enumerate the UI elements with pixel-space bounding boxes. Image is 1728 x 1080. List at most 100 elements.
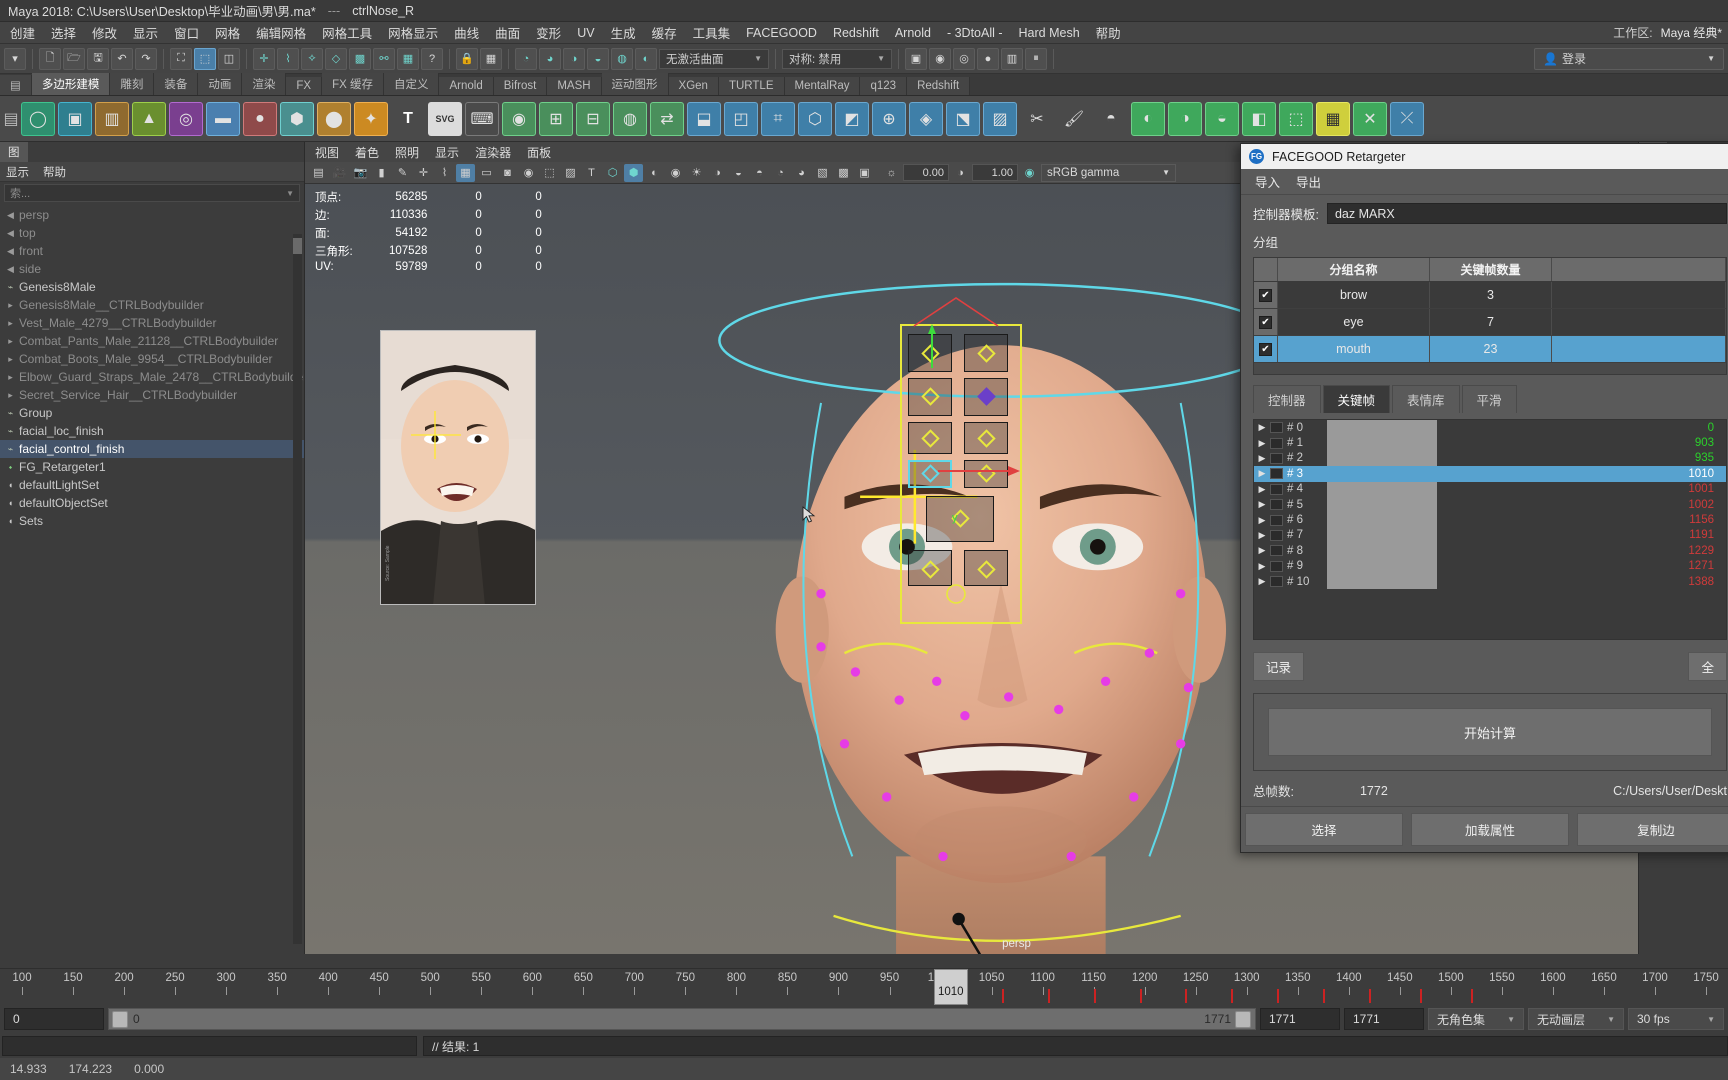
- move-manip-x-arrow[interactable]: [1008, 466, 1020, 476]
- polygon-cone-icon[interactable]: ▲: [132, 101, 166, 136]
- select-hierarchy-icon[interactable]: ⛶: [170, 47, 192, 70]
- smooth-icon[interactable]: ◍: [613, 101, 647, 136]
- multi-cut-icon[interactable]: ✂: [1020, 102, 1054, 136]
- viewport-menu-panels[interactable]: 面板: [527, 144, 551, 161]
- keyframe-color-swatch[interactable]: [1270, 560, 1283, 572]
- color-space-combo[interactable]: sRGB gamma ▼: [1041, 163, 1176, 182]
- keyframe-color-swatch[interactable]: [1270, 468, 1283, 480]
- outliner-item-facial-control-finish[interactable]: ⌁ facial_control_finish: [0, 440, 304, 458]
- output-connection-icon[interactable]: ◑: [563, 47, 585, 70]
- node-graph-icon[interactable]: ◒: [587, 47, 609, 70]
- active-surface-combo[interactable]: 无激活曲面 ▼: [659, 48, 769, 69]
- range-slider[interactable]: 0 1771: [108, 1008, 1256, 1030]
- viewport-menu-show[interactable]: 显示: [435, 144, 459, 161]
- retopologize-icon[interactable]: ▦: [1316, 101, 1350, 136]
- keyframe-tick[interactable]: [1471, 989, 1474, 1003]
- snap-pivot-icon[interactable]: ▦: [397, 47, 419, 70]
- current-time-indicator[interactable]: 1010: [933, 969, 968, 1005]
- menu-item-generate[interactable]: 生成: [603, 21, 644, 44]
- outliner-item-front[interactable]: ◀ front: [0, 242, 304, 260]
- keyframe-row[interactable]: ▶ # 6 1156: [1254, 512, 1726, 528]
- select-camera-icon[interactable]: ▤: [309, 164, 328, 182]
- expand-arrow-icon[interactable]: ▶: [1254, 422, 1270, 433]
- open-scene-icon[interactable]: 🗁: [63, 47, 85, 70]
- outliner-item-default-light-set[interactable]: ◖ defaultLightSet: [0, 476, 304, 494]
- boolean-difference-icon[interactable]: ◐: [1131, 101, 1165, 136]
- menu-item-display[interactable]: 显示: [125, 21, 166, 44]
- range-slider-right-handle[interactable]: [1235, 1010, 1251, 1028]
- chevron-down-icon[interactable]: ▼: [286, 189, 294, 198]
- rig-manipulator-overlay[interactable]: y: [894, 296, 1044, 636]
- color-management-icon[interactable]: ◉: [1020, 164, 1039, 182]
- menu-item-create[interactable]: 创建: [2, 21, 43, 44]
- checkbox-checked-icon[interactable]: ✔: [1259, 315, 1272, 329]
- outliner-scrollbar-track[interactable]: [293, 234, 302, 944]
- crease-tool-icon[interactable]: ✕: [1353, 101, 1387, 136]
- outliner-search-input[interactable]: 索... ▼: [4, 184, 300, 202]
- start-calculate-button[interactable]: 开始计算: [1268, 708, 1712, 756]
- time-slider-scrub[interactable]: [0, 954, 1728, 968]
- shelf-menu-icon[interactable]: ▤: [3, 102, 18, 136]
- expand-arrow-icon[interactable]: ▶: [1254, 438, 1270, 449]
- shelf-tab-arnold[interactable]: Arnold: [439, 77, 494, 95]
- shelf-tab-redshift[interactable]: Redshift: [907, 77, 971, 95]
- target-weld-icon[interactable]: ◈: [909, 101, 943, 136]
- expand-arrow-icon[interactable]: ▶: [1254, 530, 1270, 541]
- sphere-volume-icon[interactable]: ⬤: [317, 101, 351, 136]
- select-all-button[interactable]: 全: [1688, 652, 1727, 681]
- history-toggle-icon[interactable]: ◐: [635, 47, 657, 70]
- menu-item-mesh-display[interactable]: 网格显示: [380, 21, 446, 44]
- group-row-brow[interactable]: ✔ brow 3: [1254, 282, 1726, 309]
- lighting-icon[interactable]: ☀: [687, 164, 706, 182]
- menu-item-facegood[interactable]: FACEGOOD: [738, 24, 825, 42]
- keyframe-tick[interactable]: [1231, 989, 1234, 1003]
- shelf-tab-sculpting[interactable]: 雕刻: [110, 73, 155, 95]
- keyframe-color-swatch[interactable]: [1270, 452, 1283, 464]
- hud-text-icon[interactable]: T: [582, 164, 601, 182]
- redo-icon[interactable]: ↷: [135, 47, 157, 70]
- outliner-item-group[interactable]: ⌁ Group: [0, 404, 304, 422]
- keyframe-color-swatch[interactable]: [1270, 499, 1283, 511]
- outliner-item-persp[interactable]: ◀ persp: [0, 206, 304, 224]
- keyframe-tick[interactable]: [1093, 989, 1096, 1003]
- sculpt-tool-icon[interactable]: ◓: [1094, 102, 1128, 136]
- snap-view-plane-icon[interactable]: ▩: [349, 47, 371, 70]
- construction-icon[interactable]: ◍: [611, 47, 633, 70]
- polygon-sphere-icon[interactable]: ◯: [21, 101, 55, 136]
- menu-item-modify[interactable]: 修改: [84, 21, 125, 44]
- outliner-menu-display[interactable]: 显示: [6, 164, 29, 180]
- extrude-icon[interactable]: ⬓: [687, 101, 721, 136]
- input-connection-icon[interactable]: ◕: [539, 47, 561, 70]
- bevel-icon[interactable]: ◰: [724, 101, 758, 136]
- paint-effects-icon[interactable]: ⌇: [435, 164, 454, 182]
- shadows-icon[interactable]: ◑: [708, 164, 727, 182]
- gamma-icon[interactable]: ◑: [951, 164, 970, 182]
- outliner-item-side[interactable]: ◀ side: [0, 260, 304, 278]
- animation-end-field[interactable]: 1771: [1260, 1008, 1340, 1030]
- expand-arrow-icon[interactable]: ▶: [1254, 484, 1270, 495]
- magnet-icon[interactable]: ⚯: [373, 47, 395, 70]
- keyframe-color-swatch[interactable]: [1270, 514, 1283, 526]
- expand-arrow-icon[interactable]: ▶: [1254, 515, 1270, 526]
- keyframe-row[interactable]: ▶ # 0 0: [1254, 420, 1726, 436]
- shelf-tab-animation[interactable]: 动画: [198, 73, 243, 95]
- xray-icon[interactable]: ▧: [813, 164, 832, 182]
- quad-draw-icon[interactable]: ▨: [983, 101, 1017, 136]
- keyframe-row-selected[interactable]: ▶ # 3 1010: [1254, 466, 1726, 482]
- expand-arrow-icon[interactable]: ▶: [1254, 468, 1270, 479]
- shelf-tab-mash[interactable]: MASH: [547, 77, 602, 95]
- keyframe-row[interactable]: ▶ # 1 903: [1254, 435, 1726, 451]
- menu-item-toolkit[interactable]: 工具集: [685, 21, 739, 44]
- camera-attributes-icon[interactable]: 🎥: [330, 164, 349, 182]
- viewport-menu-view[interactable]: 视图: [315, 144, 339, 161]
- shaded-wireframe-icon[interactable]: ◐: [645, 164, 664, 182]
- star-icon[interactable]: ✦: [354, 101, 388, 136]
- keyframe-color-swatch[interactable]: [1270, 483, 1283, 495]
- controller-template-input[interactable]: daz MARX: [1326, 203, 1727, 224]
- render-setup-icon[interactable]: ▦: [480, 47, 502, 70]
- motion-blur-icon[interactable]: ◓: [750, 164, 769, 182]
- facegood-menu-import[interactable]: 导入: [1255, 172, 1280, 191]
- menu-item-redshift[interactable]: Redshift: [825, 24, 887, 42]
- keyframe-row[interactable]: ▶ # 8 1229: [1254, 543, 1726, 559]
- text-tool-icon[interactable]: T: [391, 102, 425, 136]
